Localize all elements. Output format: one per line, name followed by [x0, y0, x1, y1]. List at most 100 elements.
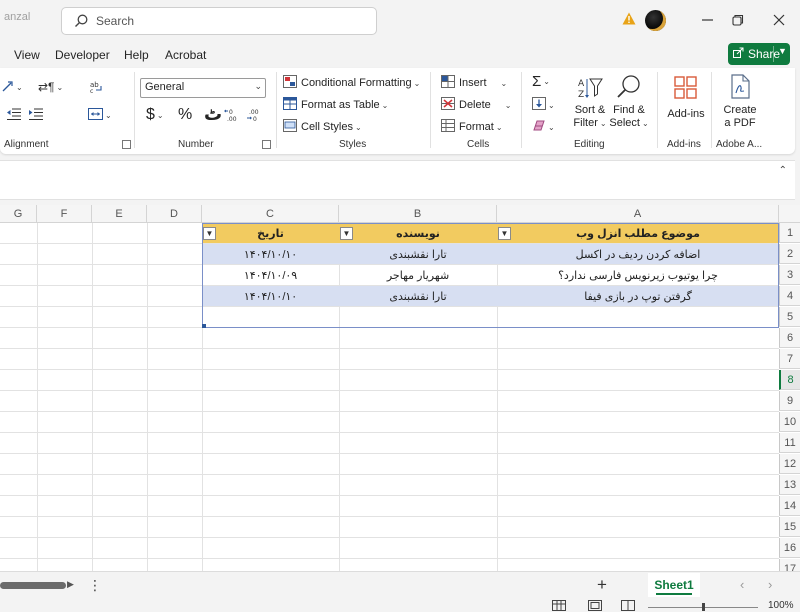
scroll-right-icon[interactable]: ▶	[67, 579, 74, 590]
search-box[interactable]	[61, 7, 377, 35]
normal-view-icon[interactable]	[552, 600, 566, 611]
alignment-launcher-icon[interactable]	[122, 140, 131, 149]
column-header-e[interactable]: E	[92, 205, 147, 223]
format-cells-button[interactable]: Format ⌄	[441, 119, 503, 135]
decrease-indent-button[interactable]	[7, 108, 21, 123]
sheet-tab-sheet1[interactable]: Sheet1	[648, 573, 700, 597]
chevron-up-icon[interactable]: ⌃	[779, 165, 787, 176]
column-header-c[interactable]: C	[202, 205, 339, 223]
row-header-7[interactable]: 7	[779, 349, 800, 369]
delete-cells-button[interactable]: Delete ⌄	[441, 97, 512, 113]
row-header-16[interactable]: 16	[779, 538, 800, 558]
table-cell-b4[interactable]: تارا نقشبندی	[339, 286, 497, 306]
row-header-10[interactable]: 10	[779, 412, 800, 432]
clear-button[interactable]: ⌄	[532, 119, 555, 135]
table-header-a[interactable]: موضوع مطلب انزل وب	[497, 223, 779, 243]
tab-view[interactable]: View	[14, 48, 40, 62]
chevron-left-icon[interactable]: ‹	[740, 577, 744, 592]
insert-cells-button[interactable]: Insert ⌄	[441, 75, 507, 91]
sort-filter-button[interactable]: AZ Sort & Filter ⌄	[572, 76, 608, 130]
increase-indent-button[interactable]	[29, 108, 43, 123]
orientation-button[interactable]: ⌄	[2, 80, 23, 95]
horizontal-scrollbar[interactable]	[0, 582, 66, 589]
avatar[interactable]	[645, 10, 666, 31]
group-label-addins: Add-ins	[667, 139, 701, 150]
chevron-down-icon[interactable]: ▼	[778, 46, 787, 56]
percent-button[interactable]: %	[178, 106, 192, 124]
row-header-6[interactable]: 6	[779, 328, 800, 348]
worksheet-grid[interactable]: G F E D C B A 1 2 3 4 5 6 7 8 9 10 11 12…	[0, 205, 800, 571]
row-header-1[interactable]: 1	[779, 223, 800, 243]
row-header-2[interactable]: 2	[779, 244, 800, 264]
ribbon-tabs: View Developer Help Acrobat	[0, 42, 800, 68]
add-sheet-button[interactable]: +	[597, 575, 607, 595]
search-input[interactable]	[96, 12, 366, 30]
zoom-level[interactable]: 100%	[768, 600, 794, 611]
restore-icon[interactable]	[728, 10, 748, 30]
table-cell-a4[interactable]: گرفتن توپ در بازی فیفا	[497, 286, 779, 306]
row-header-9[interactable]: 9	[779, 391, 800, 411]
share-button[interactable]: Share ▼	[728, 43, 790, 65]
table-resize-handle[interactable]	[202, 324, 206, 328]
table-cell-a2[interactable]: اضافه کردن ردیف در اکسل	[497, 244, 779, 264]
table-cell-b3[interactable]: شهریار مهاجر	[339, 265, 497, 285]
table-cell-c3[interactable]: ۱۴۰۴/۱۰/۰۹	[202, 265, 339, 285]
more-options-icon[interactable]: ⋮	[88, 577, 102, 594]
column-header-g[interactable]: G	[0, 205, 37, 223]
close-icon[interactable]	[769, 10, 789, 30]
row-header-14[interactable]: 14	[779, 496, 800, 516]
select-all-corner[interactable]	[779, 205, 800, 223]
row-header-8[interactable]: 8	[779, 370, 800, 390]
decrease-decimal-button[interactable]: .00 0	[246, 108, 262, 125]
title-bar: anzal	[0, 0, 800, 42]
sheet-tab-bar: ▶ ⋮ + Sheet1 ‹ ›	[0, 571, 800, 599]
filter-dropdown-c[interactable]: ▼	[203, 227, 216, 240]
row-header-3[interactable]: 3	[779, 265, 800, 285]
filter-dropdown-b[interactable]: ▼	[340, 227, 353, 240]
tab-help[interactable]: Help	[124, 48, 149, 62]
cell-styles-button[interactable]: Cell Styles ⌄	[283, 119, 362, 135]
row-header-12[interactable]: 12	[779, 454, 800, 474]
number-format-select[interactable]: General ⌄	[140, 78, 266, 98]
zoom-slider-thumb[interactable]	[702, 603, 705, 611]
conditional-formatting-button[interactable]: Conditional Formatting ⌄	[283, 75, 420, 91]
currency-button[interactable]: $ ⌄	[146, 106, 164, 124]
page-layout-view-icon[interactable]	[588, 600, 602, 611]
table-cell-c4[interactable]: ۱۴۰۴/۱۰/۱۰	[202, 286, 339, 306]
row-header-17[interactable]: 17	[779, 559, 800, 571]
table-cell-b2[interactable]: تارا نقشبندی	[339, 244, 497, 264]
formula-bar[interactable]: ⌃	[0, 160, 795, 200]
minimize-icon[interactable]	[698, 10, 718, 30]
warning-icon[interactable]	[622, 12, 636, 28]
table-header-b[interactable]: نویسنده	[339, 223, 497, 243]
row-header-11[interactable]: 11	[779, 433, 800, 453]
table-cell-a3[interactable]: چرا یوتیوب زیرنویس فارسی ندارد؟	[497, 265, 779, 285]
number-launcher-icon[interactable]	[262, 140, 271, 149]
increase-decimal-button[interactable]: 0.00	[224, 108, 240, 125]
merge-center-button[interactable]: ⌄	[88, 108, 112, 123]
column-header-d[interactable]: D	[147, 205, 202, 223]
row-header-15[interactable]: 15	[779, 517, 800, 537]
tab-acrobat[interactable]: Acrobat	[165, 48, 206, 62]
tab-developer[interactable]: Developer	[55, 48, 110, 62]
addins-button[interactable]: Add-ins	[664, 75, 708, 121]
comma-style-button[interactable]: ٹ	[204, 104, 222, 125]
rtl-button[interactable]: ⇄¶ ⌄	[38, 80, 63, 94]
filter-dropdown-a[interactable]: ▼	[498, 227, 511, 240]
table-cell-c2[interactable]: ۱۴۰۴/۱۰/۱۰	[202, 244, 339, 264]
row-header-4[interactable]: 4	[779, 286, 800, 306]
autosum-button[interactable]: Σ ⌄	[532, 73, 550, 90]
format-as-table-button[interactable]: Format as Table ⌄	[283, 97, 388, 113]
fill-button[interactable]: ⌄	[532, 97, 555, 113]
row-header-5[interactable]: 5	[779, 307, 800, 327]
column-header-b[interactable]: B	[339, 205, 497, 223]
column-header-f[interactable]: F	[37, 205, 92, 223]
table-header-c[interactable]: تاریخ	[202, 223, 339, 243]
find-select-button[interactable]: Find & Select ⌄	[609, 74, 649, 130]
wrap-text-button[interactable]: ab c	[90, 80, 104, 97]
page-break-view-icon[interactable]	[621, 600, 635, 611]
column-header-a[interactable]: A	[497, 205, 779, 223]
row-header-13[interactable]: 13	[779, 475, 800, 495]
create-pdf-button[interactable]: Create a PDF	[718, 74, 762, 130]
chevron-right-icon[interactable]: ›	[768, 577, 772, 592]
